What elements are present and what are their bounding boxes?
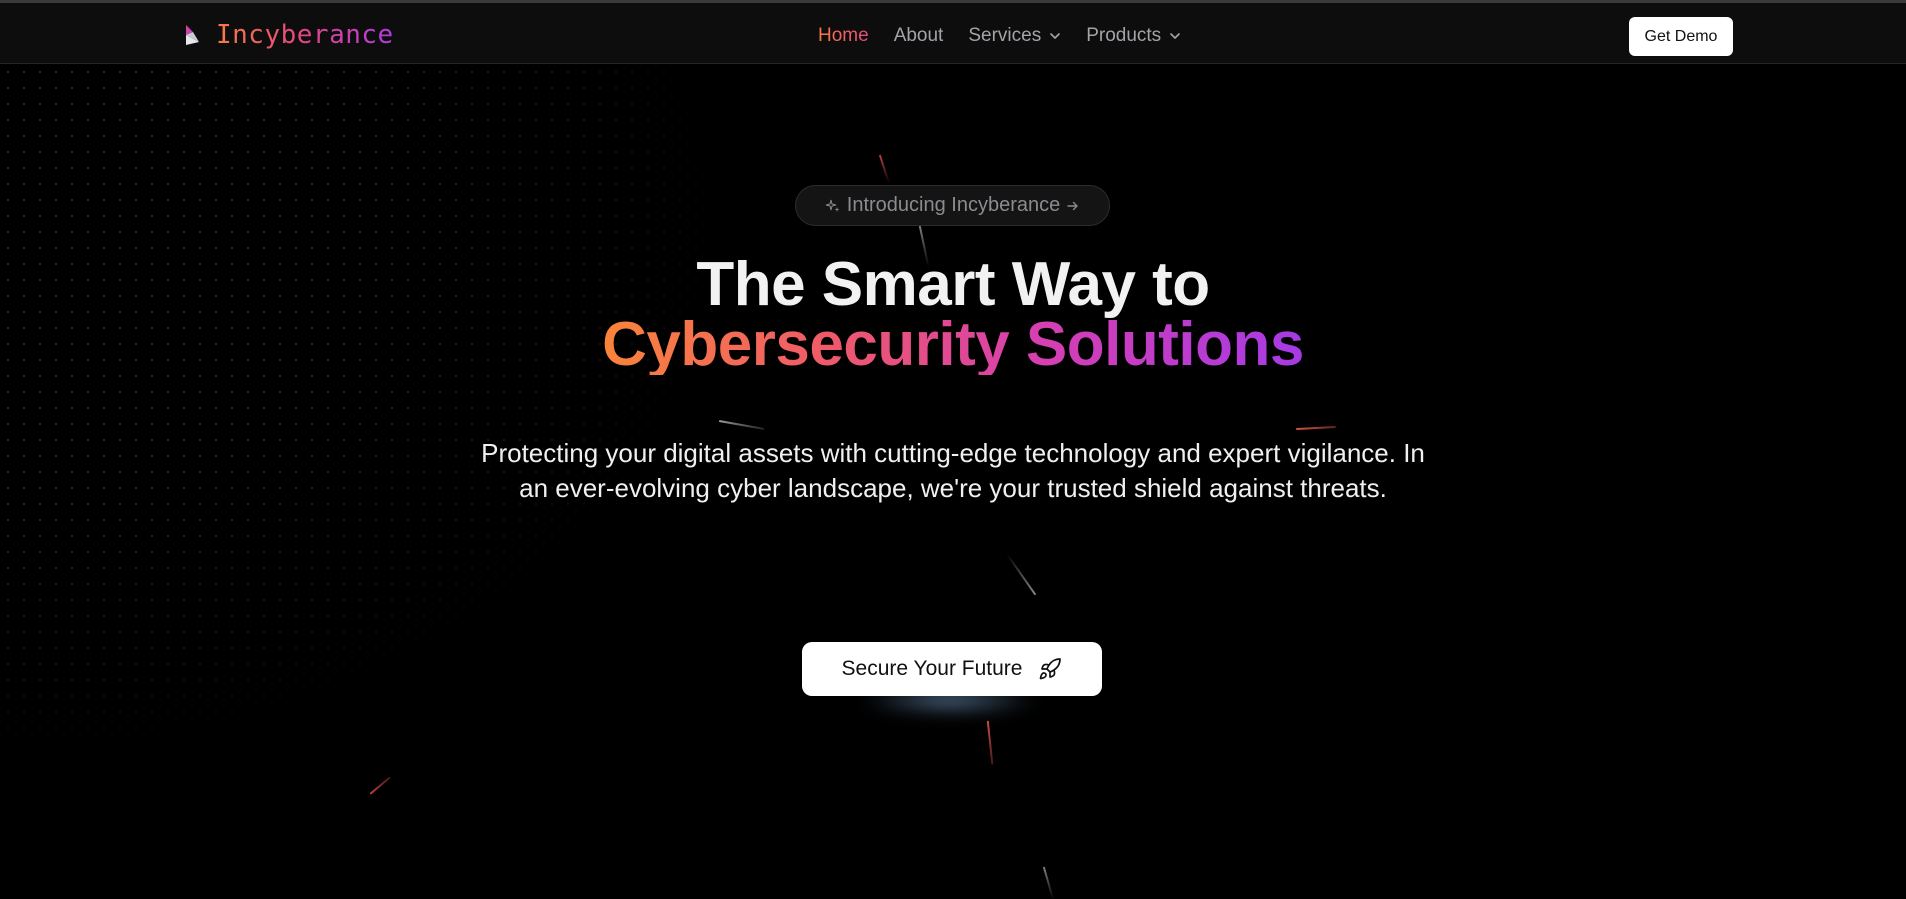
chevron-down-icon — [1170, 33, 1180, 39]
hero-headline: The Smart Way to Cybersecurity Solutions — [0, 250, 1906, 379]
nav-item-label: About — [893, 25, 944, 46]
secure-your-future-button[interactable]: Secure Your Future — [802, 642, 1102, 696]
top-nav-bar: Incyberance Home About Services Products… — [0, 0, 1906, 64]
main-nav: Home About Services Products — [818, 25, 1181, 47]
nav-item-label: Home — [818, 25, 869, 46]
nav-item-services[interactable]: Services — [968, 25, 1061, 47]
rocket-icon — [1040, 658, 1062, 680]
hero-subtitle: Protecting your digital assets with cutt… — [481, 438, 1425, 503]
nav-item-products[interactable]: Products — [1086, 25, 1181, 47]
nav-item-about[interactable]: About — [894, 25, 944, 47]
intro-badge[interactable]: Introducing Incyberance — [795, 185, 1110, 226]
get-demo-button[interactable]: Get Demo — [1629, 17, 1733, 56]
page: Incyberance Home About Services Products… — [0, 0, 1906, 899]
nav-item-label: Services — [968, 25, 1042, 46]
hero-headline-line2: Cybersecurity Solutions — [602, 310, 1304, 379]
nav-item-home[interactable]: Home — [818, 25, 869, 47]
incyberance-logo-icon — [186, 25, 199, 45]
hero-headline-line1: The Smart Way to — [696, 250, 1210, 319]
brand-logo[interactable]: Incyberance — [184, 20, 394, 50]
sparkle-icon — [825, 199, 840, 212]
nav-item-label: Products — [1086, 25, 1162, 46]
intro-badge-label: Introducing Incyberance — [846, 194, 1061, 216]
chevron-down-icon — [1050, 33, 1061, 39]
arrow-right-icon — [1067, 201, 1078, 210]
cta-label: Secure Your Future — [841, 657, 1023, 680]
brand-name: Incyberance — [216, 20, 394, 50]
